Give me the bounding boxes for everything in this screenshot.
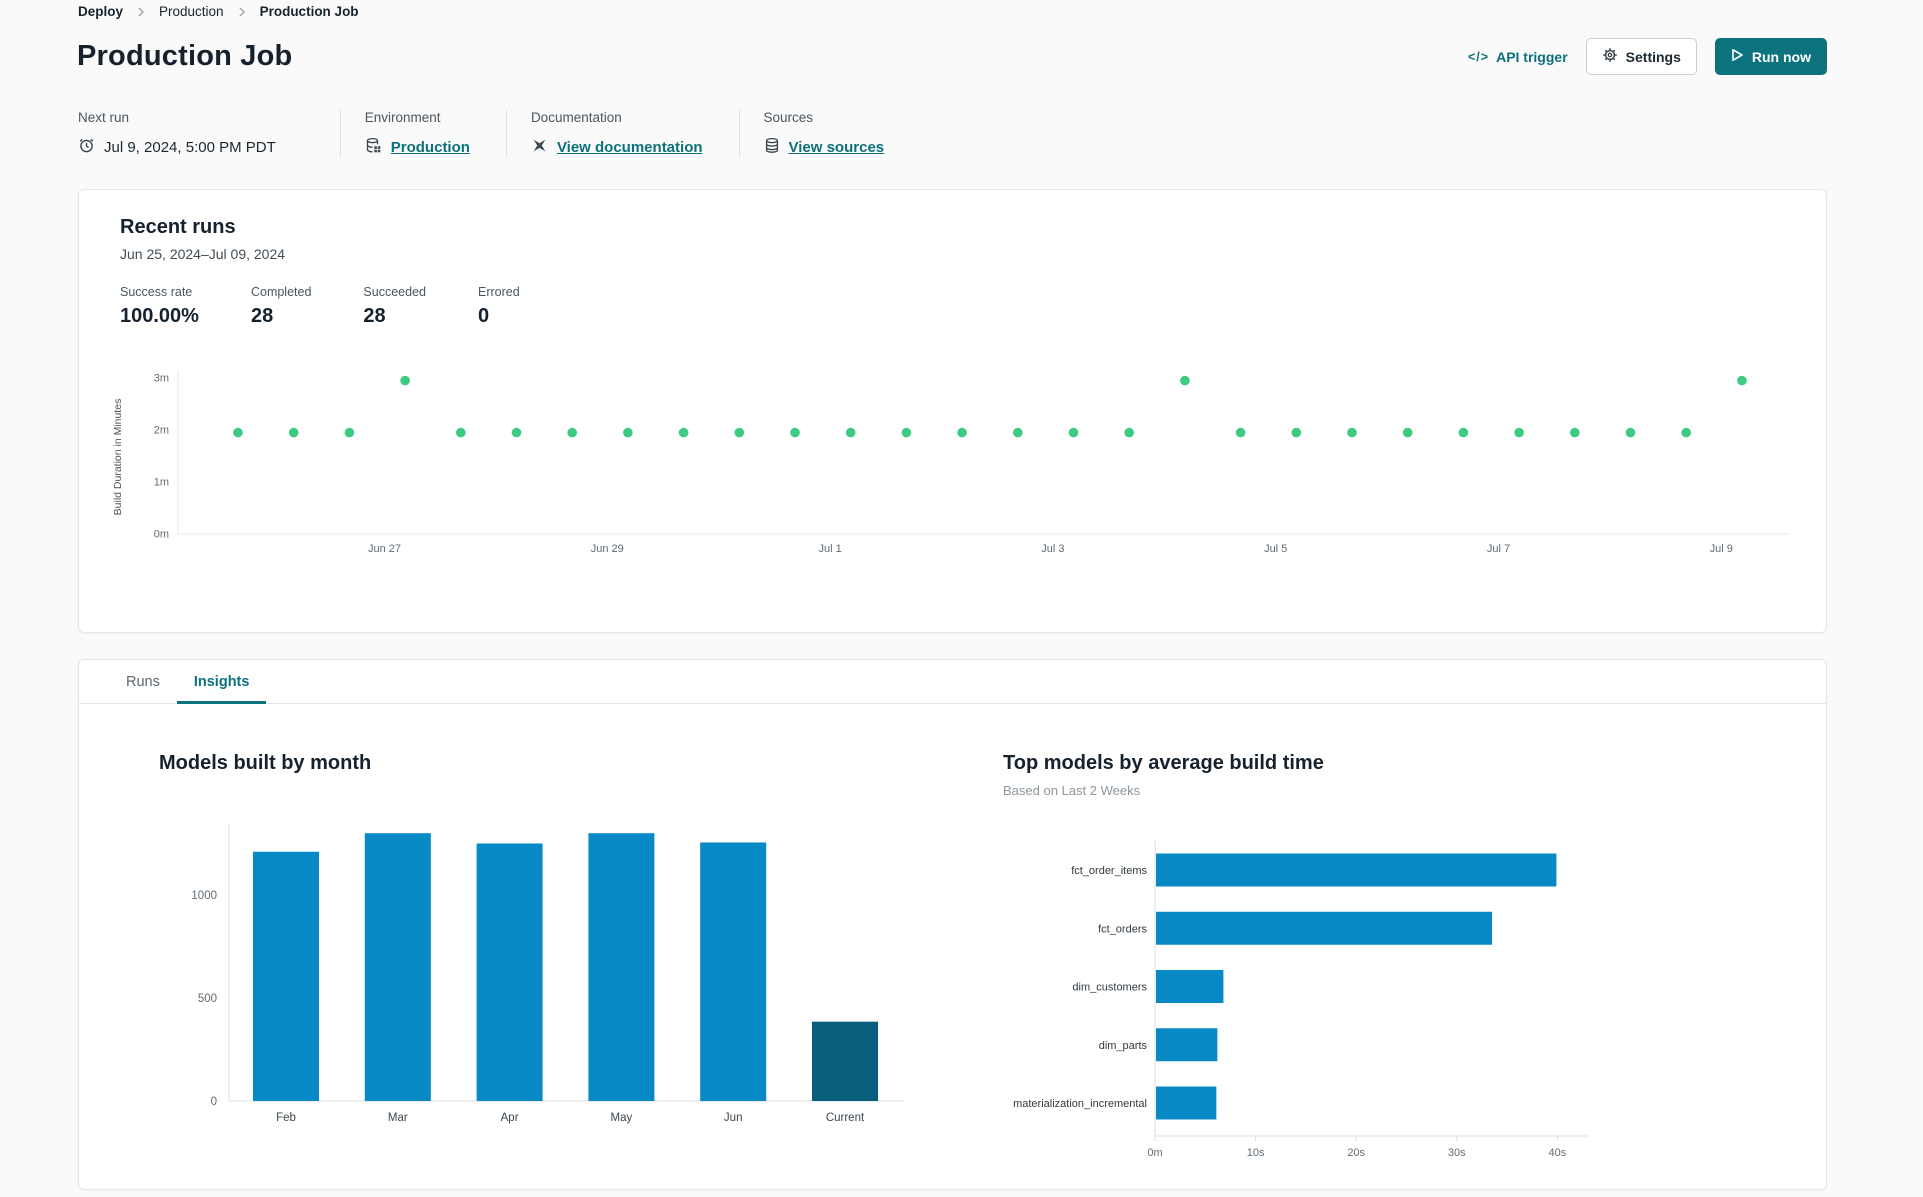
documentation-column: Documentation View documentation — [505, 110, 739, 158]
run-now-button[interactable]: Run now — [1714, 38, 1827, 75]
stat-success-rate: Success rate 100.00% — [120, 285, 199, 327]
svg-text:Jul 1: Jul 1 — [818, 543, 841, 555]
svg-text:20s: 20s — [1347, 1147, 1365, 1159]
header-actions: </> API trigger Settings Run now — [1468, 38, 1827, 75]
stat-succeeded: Succeeded 28 — [363, 285, 426, 327]
svg-text:Jun 27: Jun 27 — [368, 543, 401, 555]
svg-text:fct_orders: fct_orders — [1098, 923, 1147, 935]
svg-text:Jul 7: Jul 7 — [1487, 543, 1510, 555]
breadcrumb-production[interactable]: Production — [159, 4, 224, 19]
svg-text:dim_parts: dim_parts — [1099, 1040, 1148, 1052]
production-job-page: Deploy Production Production Job Product… — [0, 0, 1923, 1197]
settings-label: Settings — [1625, 48, 1681, 65]
api-trigger-link[interactable]: </> API trigger — [1468, 49, 1568, 65]
database-stack-icon — [764, 137, 780, 158]
top-models-title: Top models by average build time — [1003, 752, 1324, 774]
dbt-logo-icon — [531, 137, 548, 158]
svg-text:2m: 2m — [154, 425, 169, 437]
recent-runs-stats: Success rate 100.00% Completed 28 Succee… — [120, 285, 520, 328]
breadcrumb: Deploy Production Production Job — [78, 4, 359, 19]
svg-text:500: 500 — [198, 993, 217, 1005]
insights-content: Models built by month 0 500 1000 Feb Mar Apr M… — [79, 704, 1826, 1183]
gear-icon — [1602, 47, 1618, 66]
play-icon — [1731, 48, 1744, 65]
svg-text:Jul 3: Jul 3 — [1041, 543, 1064, 555]
next-run-column: Next run Jul 9, 2024, 5:00 PM PDT — [78, 110, 340, 158]
runs-insights-card: Runs Insights Models built by month 0 500… — [78, 659, 1827, 1190]
recent-runs-date-range: Jun 25, 2024–Jul 09, 2024 — [120, 246, 286, 262]
sources-column: Sources View sources — [738, 110, 915, 158]
view-sources-link[interactable]: View sources — [789, 139, 885, 156]
svg-text:0m: 0m — [1147, 1147, 1162, 1159]
next-run-value: Jul 9, 2024, 5:00 PM PDT — [104, 139, 276, 156]
svg-text:0: 0 — [211, 1096, 217, 1108]
chevron-right-icon — [238, 7, 246, 17]
svg-text:1000: 1000 — [191, 890, 217, 902]
svg-text:Apr: Apr — [501, 1112, 519, 1124]
tab-runs[interactable]: Runs — [109, 663, 177, 704]
models-by-month-block: Models built by month 0 500 1000 Feb Mar Apr M… — [159, 752, 1003, 1183]
stat-completed: Completed 28 — [250, 285, 312, 327]
svg-text:Jun: Jun — [724, 1112, 743, 1124]
environment-column: Environment Production — [339, 110, 506, 158]
top-models-subtitle: Based on Last 2 Weeks — [1003, 783, 1141, 798]
page-title: Production Job — [77, 40, 293, 72]
database-grid-icon — [365, 137, 382, 158]
svg-text:dim_customers: dim_customers — [1072, 982, 1147, 994]
svg-text:40s: 40s — [1549, 1147, 1567, 1159]
breadcrumb-deploy[interactable]: Deploy — [78, 4, 123, 19]
svg-text:materialization_incremental: materialization_incremental — [1013, 1098, 1147, 1110]
recent-runs-card: Recent runs Jun 25, 2024–Jul 09, 2024 Su… — [78, 189, 1827, 633]
documentation-label: Documentation — [530, 110, 622, 125]
build-duration-scatter-chart[interactable]: Build Duration in Minutes 0m 1m 2m 3m Jun 27 J… — [107, 362, 1799, 575]
environment-label: Environment — [364, 110, 441, 125]
models-by-month-title: Models built by month — [159, 752, 372, 774]
code-icon: </> — [1468, 49, 1490, 64]
view-documentation-link[interactable]: View documentation — [557, 139, 703, 156]
top-models-block: Top models by average build time Based o… — [1003, 752, 1663, 1183]
api-trigger-label: API trigger — [1496, 48, 1568, 65]
svg-text:Jul 5: Jul 5 — [1264, 543, 1287, 555]
svg-text:Mar: Mar — [388, 1112, 408, 1124]
svg-text:Jul 9: Jul 9 — [1710, 543, 1733, 555]
svg-text:Feb: Feb — [276, 1112, 296, 1124]
alarm-clock-icon — [78, 137, 95, 158]
recent-runs-title: Recent runs — [120, 216, 236, 238]
next-run-label: Next run — [78, 110, 130, 125]
svg-text:fct_order_items: fct_order_items — [1071, 865, 1147, 877]
svg-text:Build Duration in Minutes: Build Duration in Minutes — [112, 399, 124, 516]
environment-link[interactable]: Production — [391, 139, 470, 156]
top-models-chart: fct_order_items fct_orders dim_customersdi… — [1003, 806, 1663, 1183]
svg-text:1m: 1m — [154, 477, 169, 489]
models-by-month-chart: 0 500 1000 Feb Mar Apr May Jun Current — [159, 801, 1003, 1151]
job-info-strip: Next run Jul 9, 2024, 5:00 PM PDT Enviro… — [78, 110, 914, 158]
svg-text:May: May — [611, 1112, 633, 1124]
tab-bar: Runs Insights — [79, 660, 1826, 704]
svg-text:3m: 3m — [154, 373, 169, 385]
svg-text:10s: 10s — [1247, 1147, 1265, 1159]
breadcrumb-production-job: Production Job — [259, 4, 359, 19]
svg-text:30s: 30s — [1448, 1147, 1466, 1159]
stat-errored: Errored 0 — [477, 285, 520, 327]
settings-button[interactable]: Settings — [1585, 38, 1697, 75]
svg-text:Jun 29: Jun 29 — [591, 543, 624, 555]
sources-label: Sources — [763, 110, 814, 125]
chevron-right-icon — [137, 7, 145, 17]
tab-insights[interactable]: Insights — [176, 663, 267, 704]
run-now-label: Run now — [1751, 48, 1811, 65]
svg-text:0m: 0m — [154, 529, 169, 541]
svg-text:Current: Current — [826, 1112, 865, 1124]
